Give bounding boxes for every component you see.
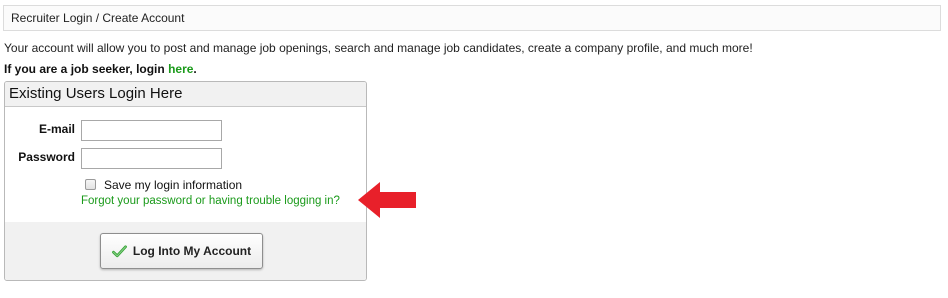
password-label: Password — [18, 150, 75, 164]
forgot-password-link[interactable]: Forgot your password or having trouble l… — [81, 195, 340, 207]
email-field[interactable] — [81, 120, 222, 141]
job-seeker-suffix: . — [193, 62, 197, 76]
login-panel-footer: Log Into My Account — [5, 222, 366, 280]
email-label: E-mail — [38, 122, 75, 136]
log-into-account-label: Log Into My Account — [132, 244, 252, 258]
breadcrumb: Recruiter Login / Create Account — [3, 5, 941, 31]
remember-login-checkbox[interactable] — [85, 178, 96, 190]
log-into-account-button[interactable]: Log Into My Account — [100, 233, 263, 269]
password-field[interactable] — [81, 148, 222, 169]
login-panel-title: Existing Users Login Here — [5, 82, 366, 107]
left-arrow-icon — [358, 182, 416, 218]
job-seeker-text: If you are a job seeker, login — [4, 62, 169, 76]
job-seeker-login-link[interactable]: here — [168, 62, 193, 76]
remember-login-row: Save my login information — [85, 178, 242, 192]
login-panel: Existing Users Login Here E-mail Passwor… — [4, 81, 367, 281]
intro-text: Your account will allow you to post and … — [4, 41, 753, 55]
remember-login-label[interactable]: Save my login information — [104, 178, 242, 192]
checkmark-icon — [111, 244, 127, 257]
breadcrumb-text: Recruiter Login / Create Account — [11, 11, 185, 25]
job-seeker-notice: If you are a job seeker, login here. — [4, 62, 197, 76]
